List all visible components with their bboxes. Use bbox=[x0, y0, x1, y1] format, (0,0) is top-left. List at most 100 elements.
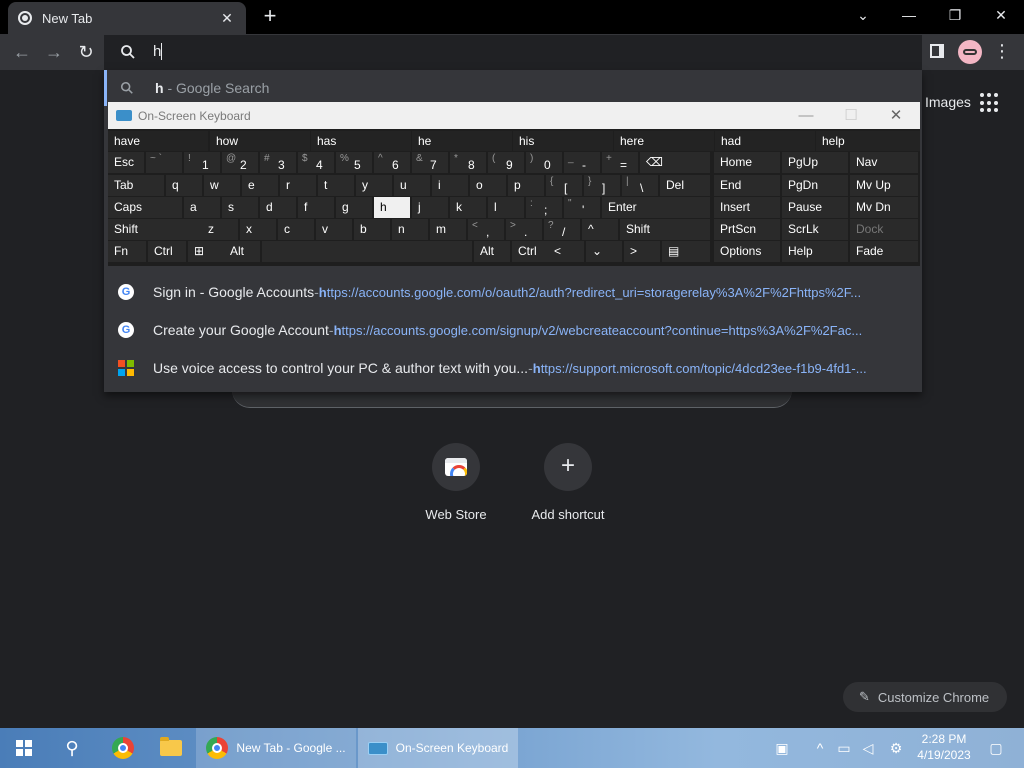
osk-key[interactable]: f bbox=[298, 197, 334, 218]
add-shortcut-button[interactable]: + bbox=[544, 443, 592, 491]
osk-key[interactable]: j bbox=[412, 197, 448, 218]
osk-key[interactable]: Del bbox=[660, 175, 710, 196]
osk-key[interactable]: ⌫ bbox=[640, 152, 710, 173]
profile-avatar[interactable] bbox=[958, 40, 982, 64]
osk-minimize-button[interactable]: — bbox=[784, 102, 828, 129]
osk-nav-key[interactable]: ScrLk bbox=[782, 219, 848, 240]
osk-key[interactable]: e bbox=[242, 175, 278, 196]
osk-key[interactable]: h bbox=[374, 197, 410, 218]
shortcut-label[interactable]: Web Store bbox=[416, 507, 496, 522]
network-icon[interactable]: ▭ bbox=[834, 738, 854, 758]
show-hidden-icons[interactable]: ^ bbox=[810, 738, 830, 758]
osk-key[interactable]: z bbox=[202, 219, 238, 240]
osk-key[interactable]: _ - bbox=[564, 152, 600, 173]
tab-close-icon[interactable]: ✕ bbox=[218, 10, 236, 27]
osk-key[interactable]: Ctrl bbox=[512, 241, 550, 262]
images-link[interactable]: Images bbox=[925, 94, 971, 110]
settings-gear-icon[interactable]: ⚙ bbox=[886, 738, 906, 758]
chrome-menu-icon[interactable]: ⋮ bbox=[992, 40, 1012, 64]
osk-nav-key[interactable]: Help bbox=[782, 241, 848, 262]
osk-key[interactable]: @2 bbox=[222, 152, 258, 173]
taskbar-file-explorer[interactable] bbox=[148, 728, 194, 768]
osk-key[interactable]: <, bbox=[468, 219, 504, 240]
history-suggestion[interactable]: G Sign in - Google Accounts - https://ac… bbox=[104, 273, 922, 311]
osk-key[interactable]: o bbox=[470, 175, 506, 196]
tab-search-icon[interactable]: ⌄ bbox=[849, 4, 877, 26]
osk-key[interactable]: ~ ` bbox=[146, 152, 182, 173]
osk-nav-key[interactable]: Pause bbox=[782, 197, 848, 218]
minimize-button[interactable]: — bbox=[895, 4, 923, 26]
osk-key[interactable]: p bbox=[508, 175, 544, 196]
osk-key[interactable]: w bbox=[204, 175, 240, 196]
taskbar-chrome-window[interactable]: New Tab - Google ... bbox=[196, 728, 356, 768]
osk-key[interactable]: Shift bbox=[620, 219, 710, 240]
google-apps-icon[interactable] bbox=[980, 93, 1000, 113]
side-panel-icon[interactable] bbox=[930, 44, 944, 58]
osk-prediction[interactable]: he bbox=[412, 131, 512, 151]
osk-nav-key[interactable]: Mv Dn bbox=[850, 197, 918, 218]
osk-nav-key[interactable]: PgUp bbox=[782, 152, 848, 173]
osk-key[interactable]: Ctrl bbox=[148, 241, 186, 262]
reload-button[interactable]: ↻ bbox=[74, 40, 98, 64]
osk-nav-key[interactable]: Mv Up bbox=[850, 175, 918, 196]
osk-key[interactable]: > bbox=[624, 241, 660, 262]
osk-key[interactable]: " ' bbox=[564, 197, 600, 218]
taskbar-osk-window[interactable]: On-Screen Keyboard bbox=[358, 728, 518, 768]
osk-key[interactable]: y bbox=[356, 175, 392, 196]
osk-close-button[interactable]: ✕ bbox=[874, 102, 918, 129]
osk-key[interactable]: a bbox=[184, 197, 220, 218]
osk-maximize-button[interactable]: ☐ bbox=[829, 102, 873, 129]
history-suggestion[interactable]: Use voice access to control your PC & au… bbox=[104, 349, 922, 387]
restore-button[interactable]: ❐ bbox=[941, 4, 969, 26]
osk-key[interactable]: & 7 bbox=[412, 152, 448, 173]
osk-key[interactable]: :; bbox=[526, 197, 562, 218]
customize-chrome-button[interactable]: ✎ Customize Chrome bbox=[843, 682, 1007, 712]
back-button[interactable]: ← bbox=[10, 40, 34, 64]
osk-nav-key[interactable]: Home bbox=[714, 152, 780, 173]
osk-key[interactable]: d bbox=[260, 197, 296, 218]
osk-key[interactable]: Caps bbox=[108, 197, 182, 218]
osk-key[interactable]: < bbox=[548, 241, 584, 262]
osk-key[interactable]: $4 bbox=[298, 152, 334, 173]
osk-nav-key[interactable]: Nav bbox=[850, 152, 918, 173]
taskbar-search-icon[interactable]: ⚲ bbox=[50, 728, 94, 768]
osk-key[interactable]: ) 0 bbox=[526, 152, 562, 173]
osk-nav-key[interactable]: Dock bbox=[850, 219, 918, 240]
osk-key[interactable]: ⌄ bbox=[586, 241, 622, 262]
osk-nav-key[interactable]: Options bbox=[714, 241, 780, 262]
osk-prediction[interactable]: have bbox=[108, 131, 208, 151]
close-window-button[interactable]: ✕ bbox=[987, 4, 1015, 26]
osk-key[interactable]: r bbox=[280, 175, 316, 196]
osk-prediction[interactable]: had bbox=[715, 131, 815, 151]
osk-key[interactable]: Alt bbox=[474, 241, 510, 262]
history-suggestion[interactable]: G Create your Google Account - https://a… bbox=[104, 311, 922, 349]
tab-new-tab[interactable]: New Tab ✕ bbox=[8, 2, 246, 34]
osk-key[interactable]: Alt bbox=[224, 241, 260, 262]
osk-key[interactable]: {[ bbox=[546, 175, 582, 196]
osk-key[interactable]: m bbox=[430, 219, 466, 240]
osk-key[interactable]: + = bbox=[602, 152, 638, 173]
shortcut-label[interactable]: Add shortcut bbox=[520, 507, 616, 522]
taskbar-clock[interactable]: 2:28 PM 4/19/2023 bbox=[910, 731, 978, 763]
osk-key[interactable]: ▤ bbox=[662, 241, 710, 262]
osk-key[interactable]: k bbox=[450, 197, 486, 218]
osk-key[interactable]: i bbox=[432, 175, 468, 196]
osk-key[interactable]: | \ bbox=[622, 175, 658, 196]
osk-nav-key[interactable]: End bbox=[714, 175, 780, 196]
osk-key[interactable]: ^ bbox=[582, 219, 618, 240]
osk-key[interactable]: ! 1 bbox=[184, 152, 220, 173]
new-tab-button[interactable]: + bbox=[258, 4, 282, 30]
shortcut-web-store[interactable] bbox=[432, 443, 480, 491]
osk-key[interactable]: Fn bbox=[108, 241, 146, 262]
osk-key[interactable]: ⊞ bbox=[188, 241, 226, 262]
osk-key[interactable]: x bbox=[240, 219, 276, 240]
osk-nav-key[interactable]: PrtScn bbox=[714, 219, 780, 240]
osk-key[interactable]: u bbox=[394, 175, 430, 196]
osk-key[interactable]: Enter bbox=[602, 197, 710, 218]
osk-key[interactable]: g bbox=[336, 197, 372, 218]
osk-key[interactable]: Tab bbox=[108, 175, 164, 196]
osk-key[interactable]: }] bbox=[584, 175, 620, 196]
volume-icon[interactable]: ◁ bbox=[858, 738, 878, 758]
osk-key[interactable]: ^ 6 bbox=[374, 152, 410, 173]
search-suggestion[interactable]: h - Google Search bbox=[104, 70, 922, 106]
